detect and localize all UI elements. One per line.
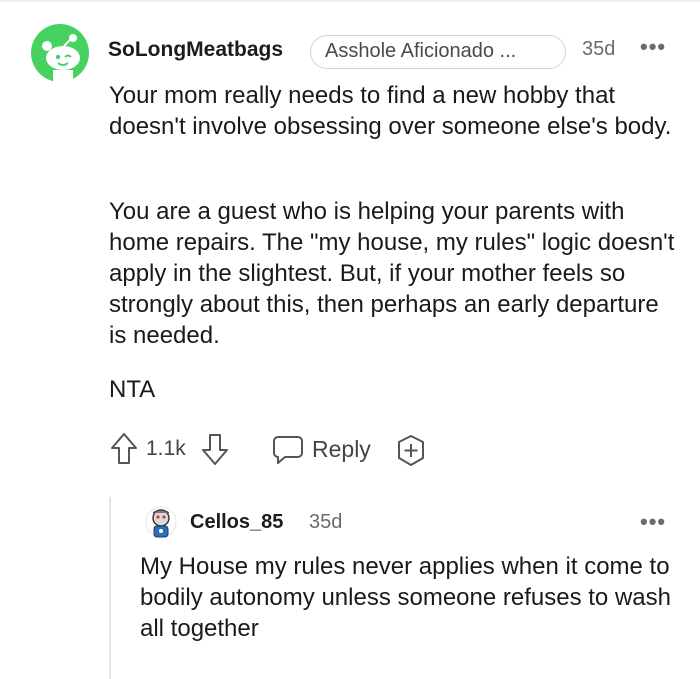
comment-paragraph: NTA — [109, 376, 156, 403]
upvote-icon[interactable] — [110, 432, 138, 466]
reply-icon[interactable] — [272, 434, 304, 466]
top-divider — [0, 0, 700, 2]
user-avatar[interactable] — [31, 24, 89, 82]
reply-user-avatar[interactable] — [145, 506, 177, 538]
vote-count: 1.1k — [146, 437, 186, 460]
more-options-icon[interactable]: ••• — [640, 511, 666, 533]
comment-age: 35d — [582, 38, 616, 60]
comment-username[interactable]: SoLongMeatbags — [108, 38, 283, 62]
snoo-avatar-icon — [145, 506, 177, 538]
comment-paragraph: Your mom really needs to find a new hobb… — [109, 82, 672, 140]
snoo-avatar-icon — [31, 24, 89, 82]
comment-paragraph: You are a guest who is helping your pare… — [109, 198, 675, 349]
reply-username[interactable]: Cellos_85 — [190, 511, 283, 534]
reply-button[interactable]: Reply — [312, 436, 371, 463]
user-flair: Asshole Aficionado ... — [310, 35, 566, 69]
award-icon[interactable] — [395, 434, 427, 468]
reply-age: 35d — [309, 511, 343, 533]
more-options-icon[interactable]: ••• — [640, 36, 666, 58]
reply-text: My House my rules never applies when it … — [140, 553, 671, 642]
downvote-icon[interactable] — [201, 432, 229, 466]
thread-line[interactable] — [109, 497, 111, 679]
